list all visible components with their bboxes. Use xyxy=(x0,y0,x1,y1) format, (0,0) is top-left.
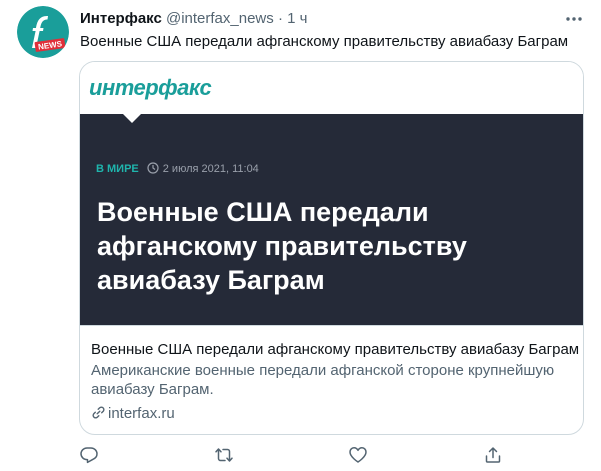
media-headline: Военные США передали афганскому правител… xyxy=(97,195,557,297)
avatar[interactable]: NEWS xyxy=(17,6,69,58)
media-headline-line: афганскому правительству xyxy=(97,231,467,261)
share-icon[interactable] xyxy=(482,444,504,466)
card-media-meta: В МИРЕ 2 июля 2021, 11:04 xyxy=(96,162,259,176)
tweet-timestamp[interactable]: 1 ч xyxy=(287,10,307,27)
author-name[interactable]: Интерфакс xyxy=(80,10,162,27)
reply-icon[interactable] xyxy=(78,444,100,466)
retweet-icon[interactable] xyxy=(213,444,235,466)
media-headline-line: Военные США передали xyxy=(97,197,429,227)
more-horizontal-icon[interactable] xyxy=(564,9,584,29)
card-media[interactable]: интерфакс В МИРЕ 2 июля 2021, 11:04 Военн… xyxy=(80,62,583,325)
interfax-logo: интерфакс xyxy=(89,75,212,100)
media-headline-line: авиабазу Баграм xyxy=(97,265,325,295)
tweet-action-bar xyxy=(0,444,601,466)
tweet-header: Интерфакс @interfax_news · 1 ч xyxy=(80,9,580,29)
article-date: 2 июля 2021, 11:04 xyxy=(162,163,259,175)
card-title: Военные США передали афганскому правител… xyxy=(91,341,580,358)
interfax-avatar-logo: NEWS xyxy=(17,6,69,58)
card-description: Американские военные передали афганской … xyxy=(91,362,555,398)
category-label: В МИРЕ xyxy=(96,163,139,175)
tweet[interactable]: NEWS Интерфакс @interfax_news · 1 ч Воен… xyxy=(0,0,601,471)
card-domain-text: interfax.ru xyxy=(108,405,175,422)
header-notch xyxy=(123,114,141,123)
heart-icon[interactable] xyxy=(347,444,369,466)
clock-icon xyxy=(147,162,159,174)
link-icon xyxy=(91,405,106,420)
tweet-text: Военные США передали афганскому правител… xyxy=(80,33,569,50)
separator-dot: · xyxy=(277,10,283,27)
card-domain: interfax.ru xyxy=(91,404,175,424)
author-handle[interactable]: @interfax_news xyxy=(166,10,274,27)
card-info[interactable]: Военные США передали афганскому правител… xyxy=(80,325,583,434)
card-media-header: интерфакс xyxy=(80,62,583,114)
link-preview-card[interactable]: интерфакс В МИРЕ 2 июля 2021, 11:04 Военн… xyxy=(79,61,584,435)
